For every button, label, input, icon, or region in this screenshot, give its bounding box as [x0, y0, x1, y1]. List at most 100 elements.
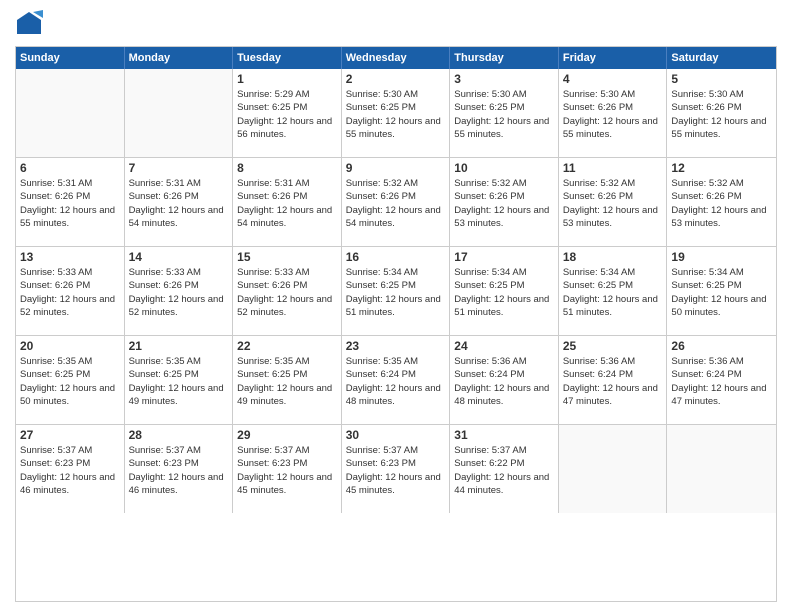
cal-cell: 25 Sunrise: 5:36 AMSunset: 6:24 PMDayligh…: [559, 336, 668, 424]
day-number: 19: [671, 250, 772, 264]
cal-cell: 4 Sunrise: 5:30 AMSunset: 6:26 PMDaylight…: [559, 69, 668, 157]
day-info: Sunrise: 5:37 AMSunset: 6:23 PMDaylight:…: [129, 444, 229, 497]
day-info: Sunrise: 5:32 AMSunset: 6:26 PMDaylight:…: [454, 177, 554, 230]
day-number: 15: [237, 250, 337, 264]
cal-cell: 6 Sunrise: 5:31 AMSunset: 6:26 PMDaylight…: [16, 158, 125, 246]
header-day-friday: Friday: [559, 47, 668, 69]
cal-cell: 14 Sunrise: 5:33 AMSunset: 6:26 PMDayligh…: [125, 247, 234, 335]
day-info: Sunrise: 5:31 AMSunset: 6:26 PMDaylight:…: [237, 177, 337, 230]
calendar-body: 1 Sunrise: 5:29 AMSunset: 6:25 PMDaylight…: [16, 69, 776, 513]
calendar: SundayMondayTuesdayWednesdayThursdayFrid…: [15, 46, 777, 602]
week-row-4: 20 Sunrise: 5:35 AMSunset: 6:25 PMDayligh…: [16, 336, 776, 425]
day-number: 22: [237, 339, 337, 353]
header-day-saturday: Saturday: [667, 47, 776, 69]
day-info: Sunrise: 5:36 AMSunset: 6:24 PMDaylight:…: [563, 355, 663, 408]
day-number: 14: [129, 250, 229, 264]
day-info: Sunrise: 5:33 AMSunset: 6:26 PMDaylight:…: [237, 266, 337, 319]
cal-cell: 28 Sunrise: 5:37 AMSunset: 6:23 PMDayligh…: [125, 425, 234, 513]
header: [15, 10, 777, 38]
cal-cell: [125, 69, 234, 157]
cal-cell: 17 Sunrise: 5:34 AMSunset: 6:25 PMDayligh…: [450, 247, 559, 335]
day-number: 4: [563, 72, 663, 86]
cal-cell: 29Sunrise: 5:37 AMSunset: 6:23 PMDayligh…: [233, 425, 342, 513]
day-number: 6: [20, 161, 120, 175]
day-info: Sunrise: 5:35 AMSunset: 6:25 PMDaylight:…: [129, 355, 229, 408]
day-number: 5: [671, 72, 772, 86]
header-day-sunday: Sunday: [16, 47, 125, 69]
cal-cell: 2 Sunrise: 5:30 AMSunset: 6:25 PMDaylight…: [342, 69, 451, 157]
day-info: Sunrise: 5:30 AMSunset: 6:25 PMDaylight:…: [346, 88, 446, 141]
cal-cell: 8 Sunrise: 5:31 AMSunset: 6:26 PMDaylight…: [233, 158, 342, 246]
day-number: 18: [563, 250, 663, 264]
week-row-5: 27 Sunrise: 5:37 AMSunset: 6:23 PMDayligh…: [16, 425, 776, 513]
day-info: Sunrise: 5:34 AMSunset: 6:25 PMDaylight:…: [671, 266, 772, 319]
day-info: Sunrise: 5:37 AMSunset: 6:22 PMDaylight:…: [454, 444, 554, 497]
day-number: 31: [454, 428, 554, 442]
day-number: 2: [346, 72, 446, 86]
day-number: 30: [346, 428, 446, 442]
day-info: Sunrise: 5:35 AMSunset: 6:24 PMDaylight:…: [346, 355, 446, 408]
header-day-tuesday: Tuesday: [233, 47, 342, 69]
day-info: Sunrise: 5:29 AMSunset: 6:25 PMDaylight:…: [237, 88, 337, 141]
cal-cell: [559, 425, 668, 513]
day-info: Sunrise: 5:35 AMSunset: 6:25 PMDaylight:…: [237, 355, 337, 408]
day-info: Sunrise: 5:37 AMSunset: 6:23 PMDaylight:…: [20, 444, 120, 497]
day-number: 20: [20, 339, 120, 353]
cal-cell: 23 Sunrise: 5:35 AMSunset: 6:24 PMDayligh…: [342, 336, 451, 424]
day-info: Sunrise: 5:32 AMSunset: 6:26 PMDaylight:…: [671, 177, 772, 230]
logo: [15, 10, 47, 38]
day-number: 9: [346, 161, 446, 175]
day-number: 24: [454, 339, 554, 353]
cal-cell: 5 Sunrise: 5:30 AMSunset: 6:26 PMDaylight…: [667, 69, 776, 157]
cal-cell: 19 Sunrise: 5:34 AMSunset: 6:25 PMDayligh…: [667, 247, 776, 335]
day-number: 27: [20, 428, 120, 442]
day-number: 25: [563, 339, 663, 353]
day-number: 1: [237, 72, 337, 86]
day-info: Sunrise: 5:35 AMSunset: 6:25 PMDaylight:…: [20, 355, 120, 408]
cal-cell: 3Sunrise: 5:30 AMSunset: 6:25 PMDaylight…: [450, 69, 559, 157]
cal-cell: 11 Sunrise: 5:32 AMSunset: 6:26 PMDayligh…: [559, 158, 668, 246]
day-number: 3: [454, 72, 554, 86]
day-info: Sunrise: 5:31 AMSunset: 6:26 PMDaylight:…: [20, 177, 120, 230]
day-info: Sunrise: 5:30 AMSunset: 6:26 PMDaylight:…: [671, 88, 772, 141]
cal-cell: 15 Sunrise: 5:33 AMSunset: 6:26 PMDayligh…: [233, 247, 342, 335]
day-info: Sunrise: 5:34 AMSunset: 6:25 PMDaylight:…: [563, 266, 663, 319]
logo-icon: [15, 10, 43, 38]
cal-cell: 30 Sunrise: 5:37 AMSunset: 6:23 PMDayligh…: [342, 425, 451, 513]
cal-cell: 24 Sunrise: 5:36 AMSunset: 6:24 PMDayligh…: [450, 336, 559, 424]
cal-cell: 9 Sunrise: 5:32 AMSunset: 6:26 PMDaylight…: [342, 158, 451, 246]
cal-cell: 16Sunrise: 5:34 AMSunset: 6:25 PMDayligh…: [342, 247, 451, 335]
day-number: 16: [346, 250, 446, 264]
cal-cell: 10 Sunrise: 5:32 AMSunset: 6:26 PMDayligh…: [450, 158, 559, 246]
header-day-monday: Monday: [125, 47, 234, 69]
cal-cell: 18 Sunrise: 5:34 AMSunset: 6:25 PMDayligh…: [559, 247, 668, 335]
day-number: 29: [237, 428, 337, 442]
day-info: Sunrise: 5:32 AMSunset: 6:26 PMDaylight:…: [563, 177, 663, 230]
cal-cell: 27 Sunrise: 5:37 AMSunset: 6:23 PMDayligh…: [16, 425, 125, 513]
day-number: 28: [129, 428, 229, 442]
day-info: Sunrise: 5:30 AMSunset: 6:26 PMDaylight:…: [563, 88, 663, 141]
day-number: 23: [346, 339, 446, 353]
cal-cell: 1 Sunrise: 5:29 AMSunset: 6:25 PMDaylight…: [233, 69, 342, 157]
day-info: Sunrise: 5:33 AMSunset: 6:26 PMDaylight:…: [20, 266, 120, 319]
calendar-header: SundayMondayTuesdayWednesdayThursdayFrid…: [16, 47, 776, 69]
week-row-3: 13Sunrise: 5:33 AMSunset: 6:26 PMDayligh…: [16, 247, 776, 336]
cal-cell: 12Sunrise: 5:32 AMSunset: 6:26 PMDayligh…: [667, 158, 776, 246]
day-info: Sunrise: 5:32 AMSunset: 6:26 PMDaylight:…: [346, 177, 446, 230]
cal-cell: 7Sunrise: 5:31 AMSunset: 6:26 PMDaylight…: [125, 158, 234, 246]
cal-cell: 26Sunrise: 5:36 AMSunset: 6:24 PMDayligh…: [667, 336, 776, 424]
cal-cell: 22 Sunrise: 5:35 AMSunset: 6:25 PMDayligh…: [233, 336, 342, 424]
week-row-1: 1 Sunrise: 5:29 AMSunset: 6:25 PMDaylight…: [16, 69, 776, 158]
day-number: 8: [237, 161, 337, 175]
day-info: Sunrise: 5:36 AMSunset: 6:24 PMDaylight:…: [454, 355, 554, 408]
day-number: 10: [454, 161, 554, 175]
cal-cell: 31 Sunrise: 5:37 AMSunset: 6:22 PMDayligh…: [450, 425, 559, 513]
week-row-2: 6 Sunrise: 5:31 AMSunset: 6:26 PMDaylight…: [16, 158, 776, 247]
day-info: Sunrise: 5:34 AMSunset: 6:25 PMDaylight:…: [454, 266, 554, 319]
day-info: Sunrise: 5:33 AMSunset: 6:26 PMDaylight:…: [129, 266, 229, 319]
cal-cell: 20 Sunrise: 5:35 AMSunset: 6:25 PMDayligh…: [16, 336, 125, 424]
day-info: Sunrise: 5:37 AMSunset: 6:23 PMDaylight:…: [346, 444, 446, 497]
day-number: 17: [454, 250, 554, 264]
day-info: Sunrise: 5:31 AMSunset: 6:26 PMDaylight:…: [129, 177, 229, 230]
day-number: 11: [563, 161, 663, 175]
